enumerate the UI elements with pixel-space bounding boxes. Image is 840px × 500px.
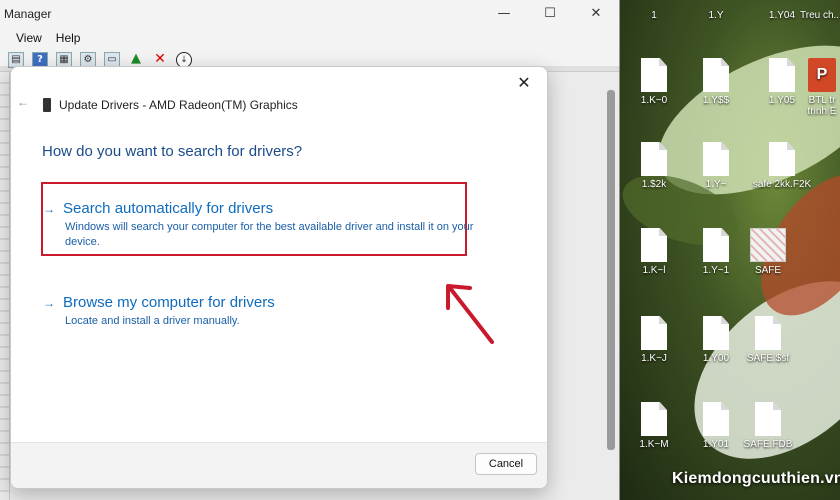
file-icon [641,142,667,176]
desktop-icon[interactable]: 1.Y [682,10,750,21]
file-icon [641,228,667,262]
watermark: Kiemdongcuuthien.vn [672,470,840,487]
desktop-icon-label: 1 [651,10,657,21]
dialog-footer: Cancel [11,442,547,488]
desktop-icon-label: 1.$2k [641,179,667,190]
dialog-question: How do you want to search for drivers? [42,143,303,160]
desktop-icon[interactable]: 1.K~J [620,316,688,364]
desktop-icon-label: safe 2kk.F2K [752,179,812,190]
display-adapter-icon [43,98,51,112]
desktop-icon-label: 1.Y05 [768,95,796,106]
file-icon [641,402,667,436]
file-icon [641,316,667,350]
desktop-icon-label: SAFE.FDB [743,439,793,450]
file-icon [755,402,781,436]
desktop-icon-label: Treu ch... [800,10,840,21]
window-title: Manager [4,7,52,21]
image-thumbnail-icon [750,228,786,262]
desktop-icon-label: 1.Y~ [705,179,727,190]
desktop-icon-label: 1.K~l [642,265,666,276]
desktop-icon[interactable]: 1.$2k [620,142,688,190]
arrow-right-icon: → [43,295,55,310]
desktop-icon-label: SAFE [754,265,782,276]
option-title: Search automatically for drivers [63,200,274,217]
desktop-icon[interactable]: SAFE [734,228,802,276]
window-close-button[interactable]: ✕ [573,4,619,24]
maximize-button[interactable]: ☐ [527,4,573,24]
desktop-icon-label: 1.Y04 [768,10,796,21]
file-icon [703,228,729,262]
file-icon [641,58,667,92]
desktop-icon[interactable]: P BTL tr trinh E [802,58,840,117]
powerpoint-icon: P [808,58,836,92]
dialog-heading: Update Drivers - AMD Radeon(TM) Graphics [43,98,298,112]
desktop-icon[interactable]: Treu ch... [800,10,840,21]
desktop-icon[interactable]: 1.K~l [620,228,688,276]
file-icon [703,402,729,436]
menu-help[interactable]: Help [56,31,81,45]
desktop-icon[interactable]: safe 2kk.F2K [734,142,830,190]
desktop-icon-label: 1.K~J [641,353,667,364]
file-icon [769,142,795,176]
desktop-icon[interactable]: 1.K~M [620,402,688,450]
browse-computer-option[interactable]: → Browse my computer for drivers Locate … [43,294,483,329]
desktop-icon-label: 1.K~0 [640,95,668,106]
file-icon [703,58,729,92]
option-description: Windows will search your computer for th… [65,221,474,248]
file-icon [769,58,795,92]
option-title-row: → Browse my computer for drivers [43,294,483,311]
file-icon [703,142,729,176]
minimize-button[interactable]: — [481,4,527,24]
desktop-icon-label: 1.Y~1 [702,265,730,276]
menu-bar: View Help [0,28,619,48]
desktop-icon-label: 1.K~M [639,439,669,450]
file-icon [703,316,729,350]
menu-view[interactable]: View [16,31,42,45]
desktop-icon[interactable]: 1.Y$$ [682,58,750,106]
desktop-icon[interactable]: SAFE.FDB [734,402,802,450]
device-title: Update Drivers - AMD Radeon(TM) Graphics [59,98,298,112]
annotation-arrow [446,284,494,344]
desktop-icon[interactable]: SAFE.$sf [734,316,802,364]
desktop-icon[interactable]: 1.K~0 [620,58,688,106]
option-title-row: → Search automatically for drivers [43,200,483,217]
option-title: Browse my computer for drivers [63,294,275,311]
desktop-icon-label: 1.Y$$ [702,95,730,106]
cancel-button[interactable]: Cancel [475,453,537,475]
desktop-icon-label: 1.Y01 [702,439,730,450]
desktop-icon-label: 1.Y00 [702,353,730,364]
desktop-icon-label: SAFE.$sf [746,353,790,364]
desktop-icon[interactable]: 1 [620,10,688,21]
search-automatically-option[interactable]: → Search automatically for drivers Windo… [43,200,483,250]
close-icon[interactable]: ✕ [509,71,539,97]
desktop-icon-label: 1.Y [708,10,724,21]
desktop: 1 1.Y 1.Y04 Treu ch... 1.K~0 1.Y$$ 1.Y05… [620,0,840,500]
window-controls: — ☐ ✕ [481,4,619,24]
arrow-right-icon: → [43,201,55,216]
file-icon [755,316,781,350]
back-arrow-icon[interactable]: ← [17,95,31,109]
desktop-icon-label: BTL tr trinh E [807,95,837,117]
option-description: Locate and install a driver manually. [65,315,240,327]
